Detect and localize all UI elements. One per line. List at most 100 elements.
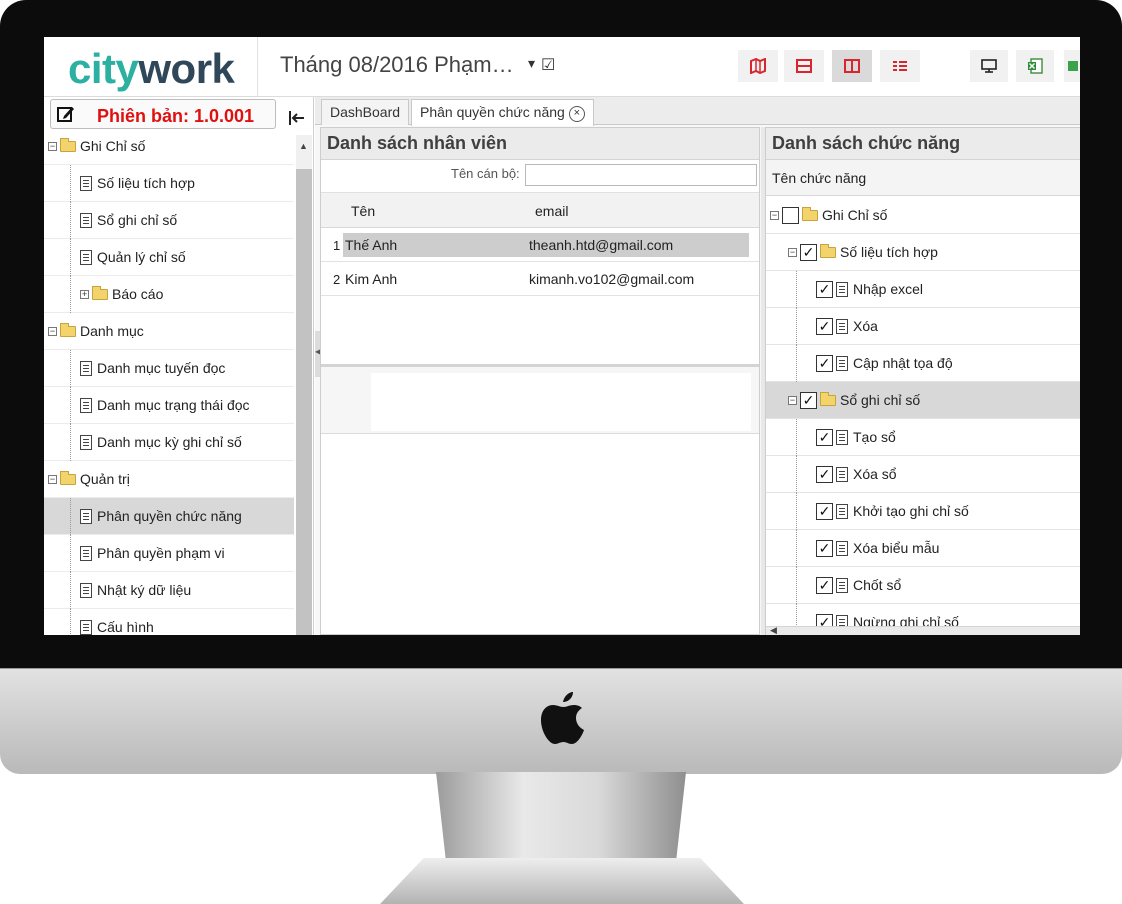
function-item-cap-nhat-toa-do[interactable]: ✓ Cập nhật tọa độ [766, 345, 1080, 382]
tab-phan-quyen-chuc-nang[interactable]: Phân quyền chức năng × [411, 99, 594, 126]
function-column-header[interactable]: Tên chức năng [766, 160, 1080, 196]
list-icon [893, 61, 907, 71]
employee-email: theanh.htd@gmail.com [529, 237, 674, 253]
sidebar-item-label: Phân quyền phạm vi [97, 545, 225, 561]
sidebar-item-phan-quyen-pham-vi[interactable]: Phân quyền phạm vi [44, 535, 294, 572]
export-button-partial[interactable] [1064, 50, 1080, 82]
sidebar-item-quan-tri[interactable]: − Quản trị [44, 461, 294, 498]
employee-panel-title: Danh sách nhân viên [321, 128, 759, 160]
sidebar-item-danh-muc[interactable]: − Danh mục [44, 313, 294, 350]
sidebar-item-cau-hinh[interactable]: Cấu hình [44, 609, 294, 635]
collapse-node-icon[interactable]: − [788, 247, 797, 257]
collapse-node-icon[interactable]: − [770, 210, 779, 220]
layout-rows-button[interactable] [784, 50, 824, 82]
tree-guide-line [796, 308, 797, 345]
layout-columns-button[interactable] [832, 50, 872, 82]
collapse-node-icon[interactable]: − [788, 395, 797, 405]
function-item-chot-so[interactable]: ✓ Chốt sổ [766, 567, 1080, 604]
collapse-node-icon[interactable]: − [48, 474, 57, 484]
column-header-name[interactable]: Tên [351, 203, 375, 219]
layout-book-button[interactable] [738, 50, 778, 82]
excel-icon [1028, 58, 1043, 74]
export-excel-button[interactable] [1016, 50, 1054, 82]
tree-guide-line [70, 535, 71, 572]
layout-list-button[interactable] [880, 50, 920, 82]
sidebar-item-phan-quyen-chuc-nang[interactable]: Phân quyền chức năng [44, 498, 294, 535]
logo-text-city: city [68, 45, 139, 92]
function-item-so-ghi-chi-so[interactable]: − ✓ Sổ ghi chỉ số [766, 382, 1080, 419]
function-item-tao-so[interactable]: ✓ Tạo sổ [766, 419, 1080, 456]
function-item-so-lieu-tich-hop[interactable]: − ✓ Số liệu tích hợp [766, 234, 1080, 271]
function-horizontal-scrollbar[interactable]: ◀ [766, 625, 1080, 635]
function-item-xoa[interactable]: ✓ Xóa [766, 308, 1080, 345]
sidebar-item-label: Ghi Chỉ số [80, 138, 146, 154]
function-item-nhap-excel[interactable]: ✓ Nhập excel [766, 271, 1080, 308]
monitor-stand-foot [380, 858, 744, 904]
sidebar-item-label: Nhật ký dữ liệu [97, 582, 192, 598]
row-number: 2 [333, 272, 341, 287]
function-item-khoi-tao-ghi-chi-so[interactable]: ✓ Khởi tạo ghi chỉ số [766, 493, 1080, 530]
function-item-ghi-chi-so[interactable]: − Ghi Chỉ số [766, 197, 1080, 234]
sidebar-item-so-ghi-chi-so[interactable]: Sổ ghi chỉ số [44, 202, 294, 239]
document-icon [80, 360, 92, 376]
function-item-xoa-so[interactable]: ✓ Xóa sổ [766, 456, 1080, 493]
permission-checkbox[interactable]: ✓ [816, 502, 833, 520]
permission-checkbox[interactable]: ✓ [816, 539, 833, 557]
table-row[interactable]: 2 Kim Anh kimanh.vo102@gmail.com [321, 263, 759, 296]
scroll-left-icon[interactable]: ◀ [770, 625, 777, 635]
sidebar-item-label: Danh mục [80, 323, 144, 339]
permission-checkbox[interactable]: ✓ [816, 354, 833, 372]
sidebar-item-label: Phân quyền chức năng [97, 508, 242, 524]
function-item-label: Ghi Chỉ số [822, 207, 888, 223]
function-item-label: Nhập excel [853, 281, 924, 297]
function-item-xoa-bieu-mau[interactable]: ✓ Xóa biểu mẫu [766, 530, 1080, 567]
permission-checkbox[interactable]: ✓ [816, 576, 833, 594]
collapse-node-icon[interactable]: − [48, 141, 57, 151]
close-tab-icon[interactable]: × [568, 106, 585, 122]
tree-guide-line [70, 239, 71, 276]
tree-guide-line [70, 572, 71, 609]
tree-guide-line [70, 387, 71, 424]
sidebar-item-quan-ly-chi-so[interactable]: Quản lý chỉ số [44, 239, 294, 276]
table-row[interactable]: 1 Thế Anh theanh.htd@gmail.com [321, 229, 759, 262]
tab-label: DashBoard [330, 104, 401, 120]
tree-guide-line [796, 456, 797, 493]
sidebar-scrollbar-thumb[interactable] [296, 169, 312, 635]
permission-checkbox[interactable]: ✓ [800, 391, 817, 409]
tab-dashboard[interactable]: DashBoard [321, 99, 410, 125]
employee-email: kimanh.vo102@gmail.com [529, 271, 695, 287]
document-icon [836, 466, 848, 482]
permission-checkbox[interactable]: ✓ [816, 317, 833, 335]
folder-icon [820, 391, 836, 406]
sidebar-item-label: Danh mục trạng thái đọc [97, 397, 250, 413]
monitor-button[interactable] [970, 50, 1008, 82]
collapse-sidebar-icon[interactable] [288, 109, 306, 127]
sidebar-item-label: Danh mục kỳ ghi chỉ số [97, 434, 242, 450]
scroll-up-icon[interactable]: ▲ [299, 141, 308, 151]
edit-icon[interactable] [57, 105, 75, 123]
sidebar-item-bao-cao[interactable]: + Báo cáo [44, 276, 294, 313]
sidebar-item-label: Số liệu tích hợp [97, 175, 195, 191]
sidebar-item-danh-muc-trang-thai-doc[interactable]: Danh mục trạng thái đọc [44, 387, 294, 424]
collapse-node-icon[interactable]: − [48, 326, 57, 336]
sidebar-item-so-lieu-tich-hop[interactable]: Số liệu tích hợp [44, 165, 294, 202]
permission-checkbox[interactable]: ✓ [816, 428, 833, 446]
column-header-email[interactable]: email [535, 203, 568, 219]
sidebar-item-ghi-chi-so[interactable]: − Ghi Chỉ số [44, 133, 294, 165]
export-icon [1068, 61, 1078, 71]
tree-guide-line [70, 350, 71, 387]
permission-checkbox[interactable]: ✓ [816, 280, 833, 298]
permission-checkbox[interactable]: ✓ [800, 243, 817, 261]
chevron-down-icon[interactable]: ▾ [528, 55, 535, 72]
employee-filter-input[interactable] [525, 164, 757, 186]
app-logo[interactable]: citywork [68, 45, 235, 93]
sidebar-item-danh-muc-tuyen-doc[interactable]: Danh mục tuyến đọc [44, 350, 294, 387]
sidebar-item-danh-muc-ky-ghi-chi-so[interactable]: Danh mục kỳ ghi chỉ số [44, 424, 294, 461]
permission-checkbox[interactable]: ✓ [816, 465, 833, 483]
sidebar-item-nhat-ky-du-lieu[interactable]: Nhật ký dữ liệu [44, 572, 294, 609]
tree-guide-line [70, 609, 71, 635]
expand-node-icon[interactable]: + [80, 289, 89, 299]
checkbox-icon[interactable]: ☑ [541, 55, 555, 75]
period-selector[interactable]: Tháng 08/2016 Phạm… [280, 52, 514, 78]
permission-checkbox[interactable] [782, 206, 799, 224]
